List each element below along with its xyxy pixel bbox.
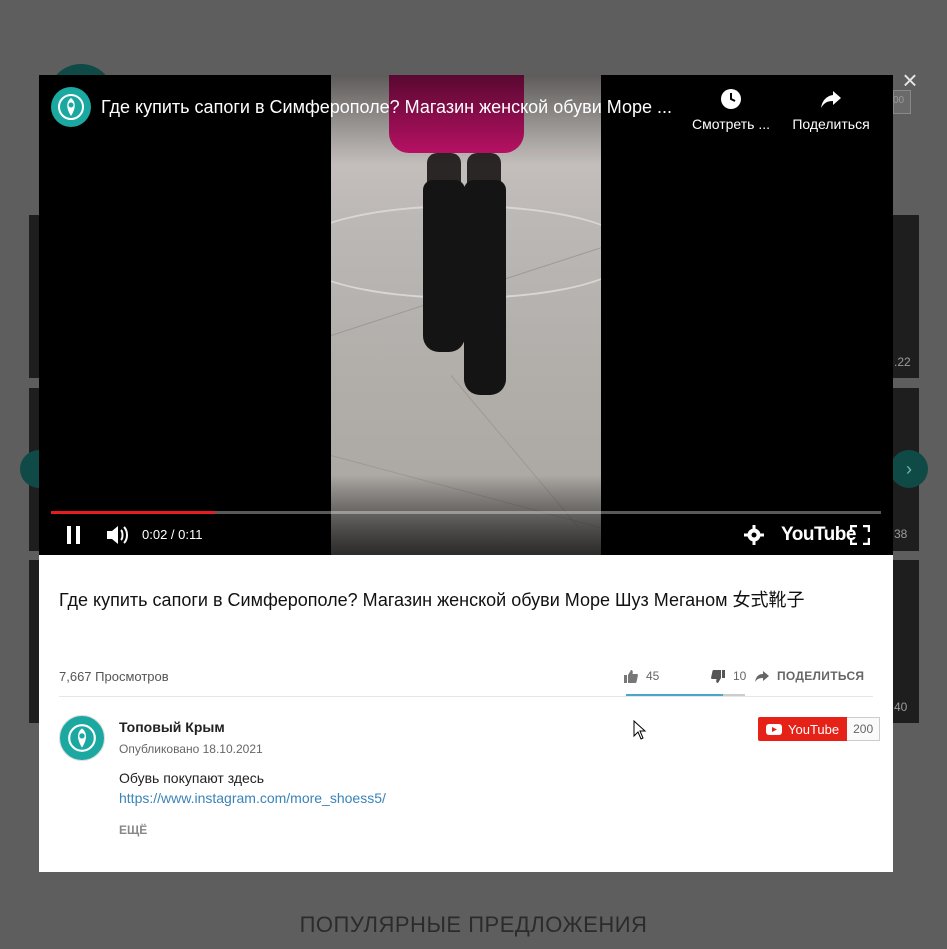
background-card-right-3 [893,560,919,723]
thumbs-down-icon [711,669,725,683]
publish-date: Опубликовано 18.10.2021 [119,742,263,756]
subscribe-label: YouTube [788,721,840,737]
background-card-right-1 [893,215,919,378]
video-title[interactable]: Где купить сапоги в Симферополе? Магазин… [101,97,681,118]
dislike-button[interactable]: 10 [711,669,746,683]
fullscreen-icon[interactable] [849,524,871,550]
share-arrow-icon [821,91,841,108]
share-button[interactable]: ПОДЕЛИТЬСЯ [755,669,864,683]
video-modal: Где купить сапоги в Симферополе? Магазин… [39,75,893,872]
share-video-button[interactable]: Поделиться [789,87,873,132]
description-text: Обувь покупают здесь [119,770,265,786]
channel-name[interactable]: Топовый Крым [119,719,225,735]
dislike-count: 10 [733,669,747,683]
like-count: 45 [646,669,660,683]
background-header-badge: 00 [893,95,905,106]
divider [59,696,873,697]
channel-logo-icon [68,724,96,752]
share-label: ПОДЕЛИТЬСЯ [777,669,865,683]
clock-icon [721,89,741,109]
background-next-arrow: › [890,450,928,488]
view-count: 7,667 Просмотров [59,669,169,684]
like-button[interactable]: 45 [624,669,659,683]
youtube-play-icon [766,723,782,735]
channel-logo-icon[interactable] [51,87,91,127]
background-card-left-1 [29,215,39,378]
share-icon [755,671,769,682]
background-card-badge-1: .22 [894,355,911,369]
subscriber-count: 200 [847,717,881,741]
channel-avatar[interactable] [59,715,105,761]
close-modal-button[interactable]: × [898,67,922,93]
progress-bar[interactable] [51,511,881,514]
time-display: 0:02 / 0:11 [142,527,203,542]
pause-icon[interactable] [65,525,83,550]
settings-gear-icon[interactable] [744,525,764,550]
subscribe-button[interactable]: YouTube 200 [758,717,881,741]
video-headline: Где купить сапоги в Симферополе? Магазин… [59,590,805,610]
watch-later-button[interactable]: Смотреть ... [689,87,773,132]
volume-icon[interactable] [105,524,129,551]
mouse-cursor-icon [633,720,647,740]
show-more-button[interactable]: ЕЩЁ [119,823,147,837]
background-card-badge-3: 40 [894,700,908,714]
share-video-label: Поделиться [792,116,870,132]
video-player[interactable]: Где купить сапоги в Симферополе? Магазин… [39,75,893,555]
background-card-badge-2: 38 [894,527,908,541]
instagram-link[interactable]: https://www.instagram.com/more_shoess5/ [119,790,386,806]
watch-later-label: Смотреть ... [692,116,770,132]
background-card-left-3 [29,560,39,723]
background-section-title: ПОПУЛЯРНЫЕ ПРЕДЛОЖЕНИЯ [299,912,648,937]
thumbs-up-icon [624,669,638,683]
youtube-logo[interactable]: YouTube [781,524,856,546]
progress-played [51,511,216,514]
